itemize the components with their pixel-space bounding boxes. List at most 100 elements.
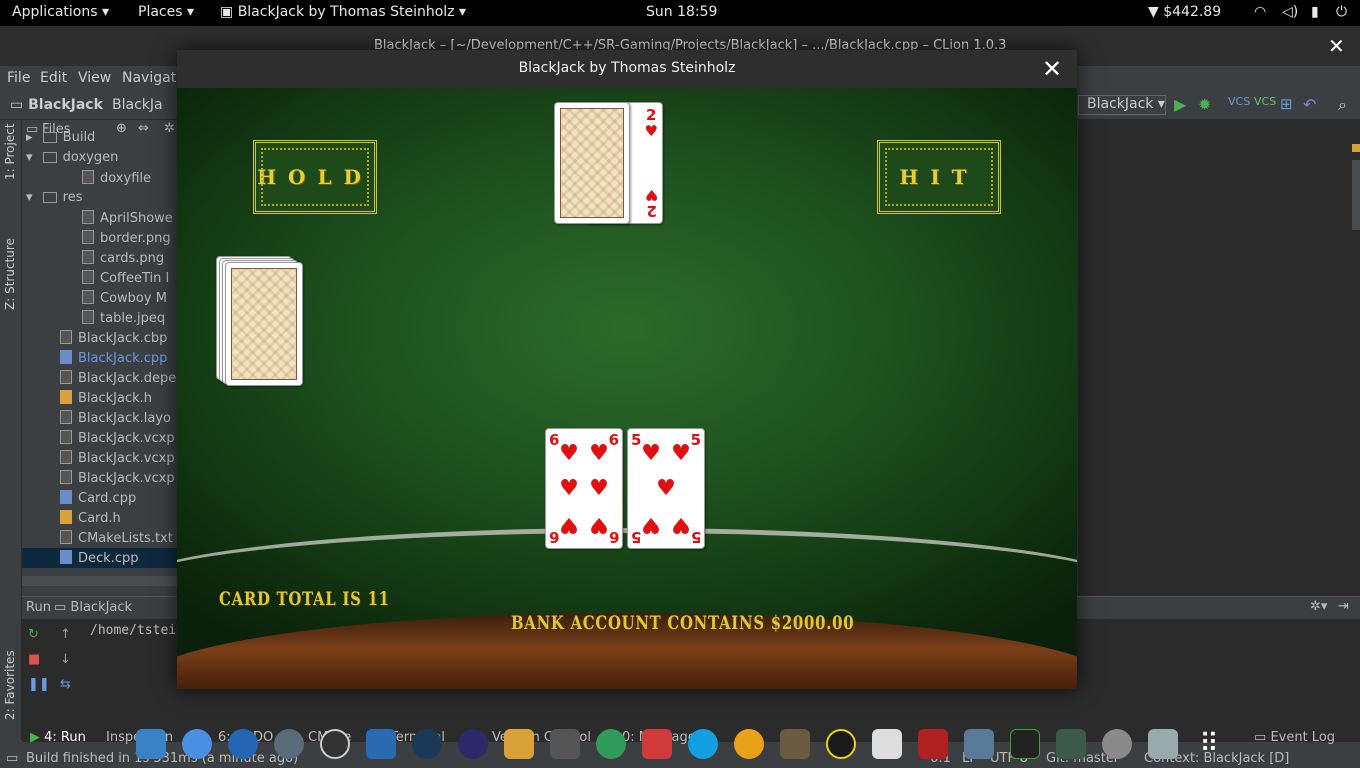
scroll-down-icon[interactable]: ↓ xyxy=(60,652,71,667)
volume-icon[interactable]: ◁) xyxy=(1282,4,1298,20)
editor-scrollbar[interactable] xyxy=(1352,160,1360,230)
tree-file[interactable]: BlackJack.depe xyxy=(22,368,180,388)
tree-item-label: BlackJack.vcxp xyxy=(78,471,175,486)
power-icon[interactable]: ⏻ xyxy=(1336,4,1347,20)
tree-folder[interactable]: ▾ doxygen xyxy=(22,148,180,168)
wifi-icon[interactable]: ◠ xyxy=(1254,4,1266,20)
tree-file[interactable]: BlackJack.vcxp xyxy=(22,448,180,468)
tree-item-label: BlackJack.vcxp xyxy=(78,451,175,466)
deck-pile[interactable] xyxy=(225,262,303,386)
search-icon[interactable]: ⌕ xyxy=(1338,95,1347,115)
menu-view[interactable]: View xyxy=(78,70,111,86)
obs-icon[interactable] xyxy=(320,729,350,759)
tree-file[interactable]: doxyfile xyxy=(22,168,180,188)
firefox-icon[interactable] xyxy=(228,729,258,759)
vcs-compare-icon[interactable]: ⊞ xyxy=(1280,95,1293,113)
revert-icon[interactable]: ↶ xyxy=(1303,95,1316,114)
tree-folder[interactable]: ▸ Build xyxy=(22,128,180,148)
tree-file[interactable]: CoffeeTin I xyxy=(22,268,180,288)
game-titlebar: BlackJack by Thomas Steinholz ✕ xyxy=(177,50,1077,88)
hold-button[interactable]: HOLD xyxy=(253,140,377,214)
file-icon xyxy=(82,230,94,244)
wrap-icon[interactable]: ⇆ xyxy=(60,677,71,692)
sublime-icon[interactable] xyxy=(550,729,580,759)
applications-menu[interactable]: Applications ▾ xyxy=(12,4,109,20)
tweak-tool-icon[interactable] xyxy=(1056,729,1086,759)
tree-file[interactable]: AprilShowe xyxy=(22,208,180,228)
tree-file[interactable]: Deck.cpp xyxy=(22,548,180,568)
tree-file[interactable]: BlackJack.vcxp xyxy=(22,468,180,488)
tree-file[interactable]: BlackJack.cpp xyxy=(22,348,180,368)
vcs-update-icon[interactable]: VCS xyxy=(1228,95,1250,108)
tab-run[interactable]: ▶ 4: Run xyxy=(30,730,86,745)
hit-button[interactable]: HIT xyxy=(877,140,1001,214)
clion-icon[interactable] xyxy=(412,729,442,759)
eclipse-icon[interactable] xyxy=(458,729,488,759)
music-player-icon[interactable] xyxy=(826,729,856,759)
intellij-icon[interactable] xyxy=(366,729,396,759)
tab-structure[interactable]: Z: Structure xyxy=(3,238,17,310)
run-config-select[interactable]: BlackJack ▾ xyxy=(1078,95,1166,115)
menu-navigate[interactable]: Navigate xyxy=(122,70,185,86)
tree-file[interactable]: table.jpeq xyxy=(22,308,180,328)
vcs-commit-icon[interactable]: VCS xyxy=(1254,95,1276,108)
video-editor-icon[interactable] xyxy=(872,729,902,759)
menu-file[interactable]: File xyxy=(7,70,30,86)
android-studio-icon[interactable] xyxy=(504,729,534,759)
expand-arrow-icon[interactable]: ▾ xyxy=(26,190,37,205)
active-window-menu[interactable]: ▣ BlackJack by Thomas Steinholz ▾ xyxy=(220,4,466,20)
chrome-icon[interactable] xyxy=(182,729,212,759)
rerun-icon[interactable]: ↻ xyxy=(28,627,39,642)
breadcrumb-project[interactable]: ▭ BlackJack xyxy=(10,97,103,113)
tree-item-label: CMakeLists.txt xyxy=(78,531,173,546)
menu-edit[interactable]: Edit xyxy=(40,70,67,86)
clock[interactable]: Sun 18:59 xyxy=(646,4,717,20)
git-client-icon[interactable] xyxy=(642,729,672,759)
tab-favorites[interactable]: 2: Favorites xyxy=(3,650,17,720)
terminal-icon[interactable] xyxy=(918,729,948,759)
atom-icon[interactable] xyxy=(596,729,626,759)
run-tab[interactable]: Run xyxy=(26,600,51,615)
stop-icon[interactable]: ■ xyxy=(28,652,40,667)
run-hide-icon[interactable]: ⇥ xyxy=(1338,599,1349,614)
tree-file[interactable]: Card.cpp xyxy=(22,488,180,508)
debug-icon[interactable]: ✹ xyxy=(1198,95,1211,114)
tree-file[interactable]: BlackJack.layo xyxy=(22,408,180,428)
app-grid-icon[interactable]: ⠿ xyxy=(1194,729,1224,759)
balance-indicator[interactable]: ▼ $442.89 xyxy=(1148,4,1221,20)
gimp-icon[interactable] xyxy=(780,729,810,759)
tree-file[interactable]: CMakeLists.txt xyxy=(22,528,180,548)
tree-file[interactable]: BlackJack.vcxp xyxy=(22,428,180,448)
places-menu[interactable]: Places ▾ xyxy=(138,4,194,20)
run-settings-icon[interactable]: ✲▾ xyxy=(1310,599,1327,614)
tree-file[interactable]: BlackJack.h xyxy=(22,388,180,408)
tree-file[interactable]: Cowboy M xyxy=(22,288,180,308)
system-monitor-icon[interactable] xyxy=(1010,729,1040,759)
skype-icon[interactable] xyxy=(688,729,718,759)
battery-icon[interactable]: ▮ xyxy=(1311,4,1319,20)
tree-file[interactable]: border.png xyxy=(22,228,180,248)
calculator-icon[interactable] xyxy=(964,729,994,759)
ide-close-icon[interactable]: ✕ xyxy=(1328,34,1345,58)
editor-warning-marker[interactable] xyxy=(1352,144,1360,152)
tree-file[interactable]: BlackJack.cbp xyxy=(22,328,180,348)
settings-app-icon[interactable] xyxy=(1102,729,1132,759)
scroll-up-icon[interactable]: ↑ xyxy=(60,627,71,642)
expand-arrow-icon[interactable]: ▾ xyxy=(26,150,37,165)
steam-icon[interactable] xyxy=(274,729,304,759)
run-config-tab[interactable]: ▭ BlackJack xyxy=(54,600,132,615)
tree-folder[interactable]: ▾ res xyxy=(22,188,180,208)
tab-project[interactable]: 1: Project xyxy=(3,123,17,180)
pause-icon[interactable]: ❚❚ xyxy=(28,677,50,692)
breadcrumb-file[interactable]: BlackJa xyxy=(112,97,163,113)
run-icon[interactable]: ▶ xyxy=(1174,95,1186,114)
tree-scrollbar[interactable] xyxy=(22,576,180,586)
tree-file[interactable]: cards.png xyxy=(22,248,180,268)
expand-arrow-icon[interactable]: ▸ xyxy=(26,130,37,145)
close-icon[interactable]: ✕ xyxy=(1039,56,1065,82)
tree-file[interactable]: Card.h xyxy=(22,508,180,528)
files-app-icon[interactable] xyxy=(136,729,166,759)
event-log-tab[interactable]: ▭ Event Log xyxy=(1254,730,1335,745)
screenshot-icon[interactable] xyxy=(1148,729,1178,759)
xampp-icon[interactable] xyxy=(734,729,764,759)
